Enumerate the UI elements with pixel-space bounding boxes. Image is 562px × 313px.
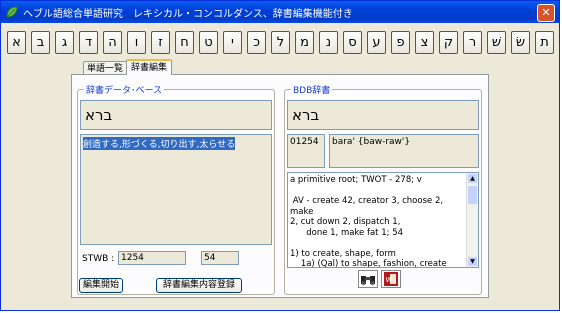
hebrew-letter-button[interactable]: ל <box>271 31 290 54</box>
hebrew-letter-button[interactable]: שׂ <box>511 31 530 54</box>
edit-start-button[interactable]: 編集開始 <box>79 278 123 293</box>
hebrew-letter-button[interactable]: שׁ <box>487 31 506 54</box>
bdb-dictionary-title: BDB辞書 <box>291 83 333 96</box>
word-app-icon: W <box>384 272 398 286</box>
bdb-pronunciation: bara' {baw-raw'} <box>332 137 411 147</box>
hebrew-letter-button[interactable]: כ <box>247 31 266 54</box>
dictionary-edit-panel: 辞書データ･ベース ברא 創造する,形づくる,切り出す,太らせる STWB :… <box>71 74 489 298</box>
leaf-app-icon <box>6 6 18 18</box>
bdb-hebrew-word: ברא <box>292 106 320 124</box>
close-button[interactable]: ✕ <box>537 4 555 22</box>
dictionary-database-group: 辞書データ･ベース ברא 創造する,形づくる,切り出す,太らせる STWB :… <box>77 83 275 295</box>
hebrew-letter-button[interactable]: י <box>223 31 242 54</box>
hebrew-letter-button[interactable]: ע <box>367 31 386 54</box>
hebrew-letter-button[interactable]: נ <box>319 31 338 54</box>
hebrew-letter-button[interactable]: ח <box>175 31 194 54</box>
hebrew-letter-button[interactable]: צ <box>415 31 434 54</box>
tab-dictionary-edit[interactable]: 辞書編集 <box>126 59 172 75</box>
bdb-pronunciation-box: bara' {baw-raw'} <box>329 134 479 168</box>
bdb-number: 01254 <box>290 137 319 147</box>
hebrew-letter-button[interactable]: ס <box>343 31 362 54</box>
scroll-up-icon[interactable]: ▲ <box>468 174 477 183</box>
hebrew-letter-bar: א ב ג ד ה ו ז ח ט י כ ל מ נ ס ע פ צ ק ר שׁ שׂ ת <box>7 31 555 59</box>
hebrew-letter-button[interactable]: ב <box>31 31 50 54</box>
scroll-thumb[interactable] <box>468 186 477 204</box>
register-edit-button[interactable]: 辞書編集内容登録 <box>156 278 242 293</box>
binoculars-icon <box>361 276 375 285</box>
definition-textarea[interactable]: 創造する,形づくる,切り出す,太らせる <box>80 134 272 245</box>
bdb-entry-textarea[interactable]: a primitive root; TWOT - 278; v AV - cre… <box>287 172 479 268</box>
hebrew-letter-button[interactable]: מ <box>295 31 314 54</box>
hebrew-letter-button[interactable]: ר <box>463 31 482 54</box>
hebrew-letter-button[interactable]: א <box>7 31 26 54</box>
svg-text:W: W <box>386 276 393 284</box>
hebrew-letter-button[interactable]: פ <box>391 31 410 54</box>
hebrew-letter-button[interactable]: ו <box>127 31 146 54</box>
occurrence-count-value: 54 <box>204 253 216 263</box>
strong-label: STWB : <box>82 254 115 264</box>
hebrew-letter-button[interactable]: ק <box>439 31 458 54</box>
bdb-dictionary-group: BDB辞書 ברא 01254 bara' {baw-raw'} a primi… <box>284 83 482 295</box>
bdb-entry-scrollbar[interactable]: ▲ ▼ <box>466 173 478 267</box>
dictionary-database-title: 辞書データ･ベース <box>84 83 165 96</box>
title-bar[interactable]: ヘブル語総合単語研究 レキシカル・コンコルダンス、辞書編集機能付き ✕ <box>1 1 559 23</box>
definition-text: 創造する,形づくる,切り出す,太らせる <box>83 137 236 150</box>
scroll-down-icon[interactable]: ▼ <box>468 257 477 266</box>
strong-number-value: 1254 <box>121 253 144 263</box>
hebrew-letter-button[interactable]: ד <box>79 31 98 54</box>
hebrew-letter-button[interactable]: ה <box>103 31 122 54</box>
word-app-button[interactable]: W <box>381 270 401 288</box>
bdb-number-box: 01254 <box>287 134 325 168</box>
main-window: ヘブル語総合単語研究 レキシカル・コンコルダンス、辞書編集機能付き ✕ אבגד… <box>0 0 560 311</box>
hebrew-letter-button[interactable]: ז <box>151 31 170 54</box>
word-display-box: ברא <box>80 100 272 130</box>
window-title: ヘブル語総合単語研究 レキシカル・コンコルダンス、辞書編集機能付き <box>23 9 353 20</box>
search-button[interactable] <box>358 270 378 288</box>
hebrew-letter-button[interactable]: ת <box>535 31 554 54</box>
strong-number-field[interactable]: 1254 <box>118 251 186 265</box>
hebrew-letter-button[interactable]: ט <box>199 31 218 54</box>
hebrew-word: ברא <box>85 106 113 124</box>
occurrence-count-field[interactable]: 54 <box>201 251 239 265</box>
bdb-word-display: ברא <box>287 100 479 130</box>
hebrew-letter-button[interactable]: ג <box>55 31 74 54</box>
bdb-entry-text: a primitive root; TWOT - 278; v AV - cre… <box>290 175 447 268</box>
